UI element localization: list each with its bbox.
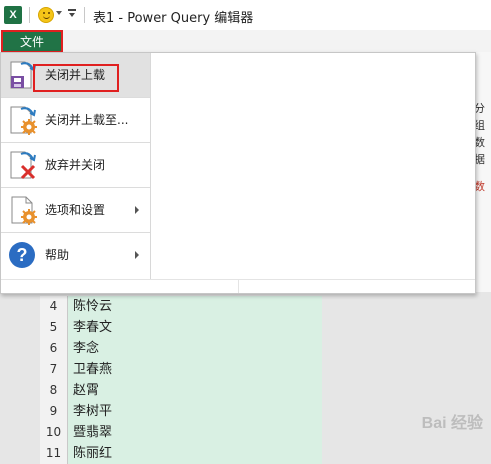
- data-grid: 4 陈怜云 5 李春文 6 李念 7 卫春燕 8 赵霄 9 李树平 10 暨翡翠…: [40, 296, 322, 464]
- excel-app-icon[interactable]: X: [4, 6, 22, 24]
- row-number[interactable]: 9: [40, 401, 68, 422]
- close-and-load-to-icon: [10, 106, 37, 135]
- menu-item-close-and-load-to[interactable]: 关闭并上载至...: [1, 98, 150, 142]
- row-number[interactable]: 11: [40, 443, 68, 464]
- row-number[interactable]: 10: [40, 422, 68, 443]
- title-bar: X 表1 - Power Query 编辑器: [0, 0, 491, 30]
- customize-quick-access-icon[interactable]: [68, 9, 76, 19]
- row-number[interactable]: 4: [40, 296, 68, 317]
- file-menu-list: 关闭并上载 关闭并上载至... 放弃并关闭 选项和设置 ? 帮助: [1, 53, 151, 279]
- table-cell[interactable]: 李春文: [68, 317, 322, 338]
- options-settings-icon: [11, 196, 37, 225]
- submenu-arrow-icon: [135, 206, 139, 214]
- baidu-watermark: Bai 经验: [421, 415, 483, 432]
- table-cell[interactable]: 李树平: [68, 401, 322, 422]
- window-title: 表1 - Power Query 编辑器: [93, 11, 254, 26]
- file-menu: 关闭并上载 关闭并上载至... 放弃并关闭 选项和设置 ? 帮助: [0, 52, 476, 294]
- ribbon-partial-text-1: 分组: [474, 102, 485, 132]
- menu-item-help[interactable]: ? 帮助: [1, 233, 150, 277]
- table-row[interactable]: 8 赵霄: [40, 380, 322, 401]
- menu-bar: [0, 30, 491, 52]
- row-number[interactable]: 5: [40, 317, 68, 338]
- quick-access-separator: [29, 7, 30, 23]
- table-cell[interactable]: 陈怜云: [68, 296, 322, 317]
- menu-item-close-and-load[interactable]: 关闭并上载: [1, 53, 150, 97]
- discard-and-close-icon: [10, 151, 36, 180]
- ribbon-partial-text-2: 数据: [474, 136, 485, 166]
- table-row[interactable]: 4 陈怜云: [40, 296, 322, 317]
- menu-item-label: 关闭并上载至...: [45, 113, 129, 127]
- row-number[interactable]: 7: [40, 359, 68, 380]
- red-highlight-box: [33, 64, 119, 92]
- ribbon-partial-label: 分组 数据: [474, 100, 491, 168]
- submenu-arrow-icon: [135, 251, 139, 259]
- smiley-dropdown-icon[interactable]: [56, 11, 62, 15]
- row-number[interactable]: 6: [40, 338, 68, 359]
- table-row[interactable]: 9 李树平: [40, 401, 322, 422]
- file-tab[interactable]: 文件: [1, 30, 63, 53]
- table-cell[interactable]: 暨翡翠: [68, 422, 322, 443]
- table-cell[interactable]: 赵霄: [68, 380, 322, 401]
- table-row[interactable]: 11 陈丽红: [40, 443, 322, 464]
- menu-item-label: 放弃并关闭: [45, 158, 106, 172]
- table-cell[interactable]: 卫春燕: [68, 359, 322, 380]
- table-cell[interactable]: 李念: [68, 338, 322, 359]
- menu-item-options-settings[interactable]: 选项和设置: [1, 188, 150, 232]
- svg-text:?: ?: [17, 245, 28, 265]
- smiley-feedback-icon[interactable]: [38, 7, 54, 23]
- file-menu-footer-divider: [238, 279, 239, 293]
- menu-item-discard-and-close[interactable]: 放弃并关闭: [1, 143, 150, 187]
- menu-item-label: 帮助: [45, 248, 70, 262]
- table-row[interactable]: 10 暨翡翠: [40, 422, 322, 443]
- table-row[interactable]: 5 李春文: [40, 317, 322, 338]
- table-row[interactable]: 6 李念: [40, 338, 322, 359]
- quick-access-separator-2: [84, 7, 85, 23]
- help-icon: ?: [9, 242, 35, 268]
- table-row[interactable]: 7 卫春燕: [40, 359, 322, 380]
- table-cell[interactable]: 陈丽红: [68, 443, 322, 464]
- row-number[interactable]: 8: [40, 380, 68, 401]
- menu-item-label: 选项和设置: [45, 203, 106, 217]
